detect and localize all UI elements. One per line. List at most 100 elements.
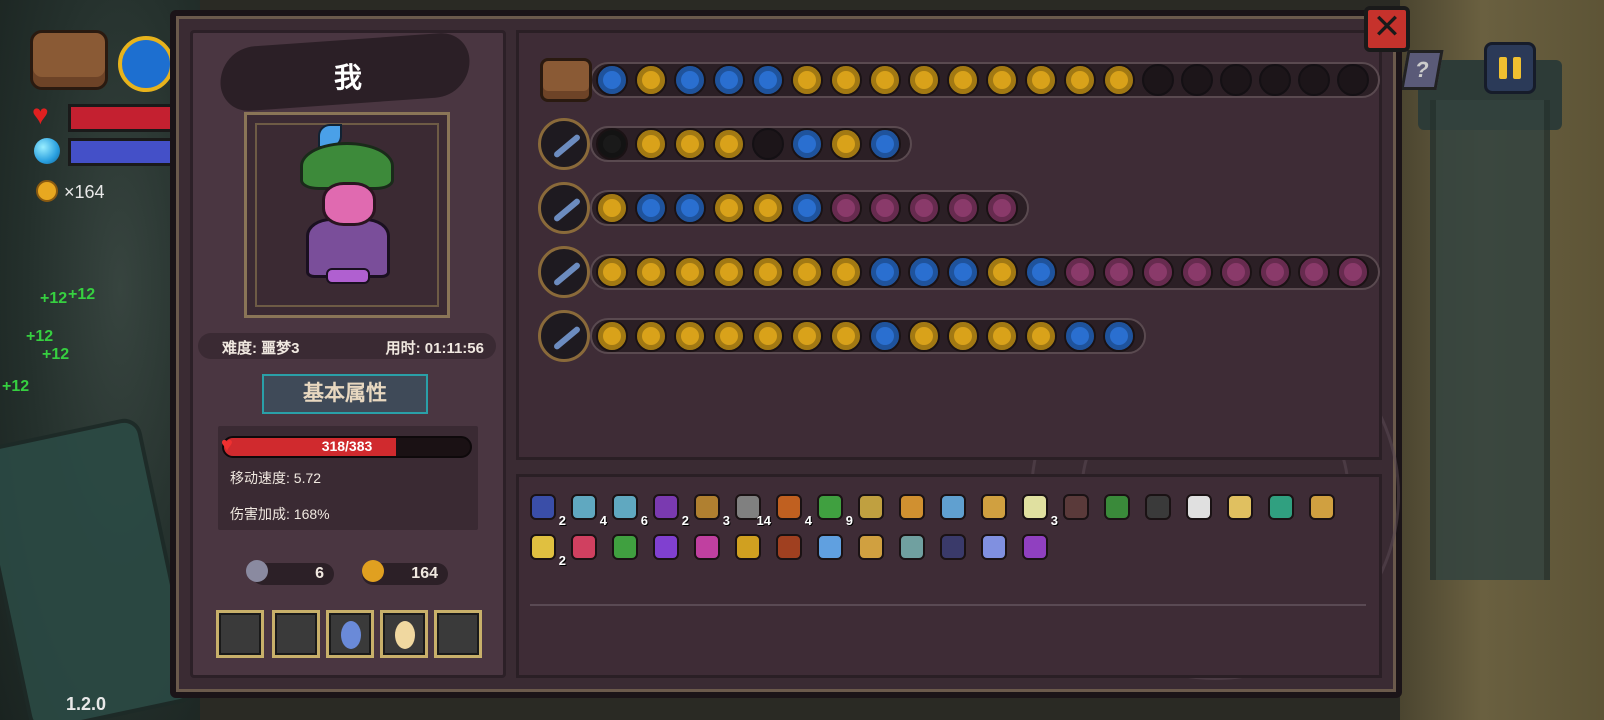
robe-icon[interactable] — [936, 530, 970, 564]
open-book-icon[interactable] — [1025, 320, 1057, 352]
rocket-icon[interactable] — [986, 64, 1018, 96]
feather-icon[interactable] — [869, 128, 901, 160]
key-icon[interactable] — [936, 490, 970, 524]
sun-icon[interactable] — [986, 256, 1018, 288]
eye-icon[interactable] — [635, 192, 667, 224]
consumable-slot-4[interactable] — [380, 610, 428, 658]
book-icon[interactable] — [869, 256, 901, 288]
petal-icon[interactable] — [1298, 256, 1330, 288]
close-button[interactable]: ✕ — [1364, 6, 1410, 52]
empty-gem-slot[interactable] — [1142, 64, 1174, 96]
rocket-icon[interactable] — [830, 128, 862, 160]
leaf-icon[interactable] — [977, 490, 1011, 524]
heart-organ-icon[interactable] — [674, 256, 706, 288]
cloak-icon[interactable] — [1059, 490, 1093, 524]
rune-icon[interactable] — [713, 320, 745, 352]
petal-icon[interactable] — [1259, 256, 1291, 288]
moon-swirl-icon[interactable] — [713, 192, 745, 224]
triskelion-icon[interactable] — [830, 256, 862, 288]
mushroom-icon[interactable] — [1100, 490, 1134, 524]
rune-icon[interactable] — [752, 320, 784, 352]
mirror-icon[interactable] — [977, 530, 1011, 564]
cherry-bomb-icon[interactable] — [986, 320, 1018, 352]
wrench-icon[interactable] — [1223, 490, 1257, 524]
petal-icon[interactable] — [1064, 256, 1096, 288]
arrow-plus-icon[interactable] — [854, 490, 888, 524]
empty-gem-slot[interactable] — [1181, 64, 1213, 96]
empty-gem-slot[interactable] — [1220, 64, 1252, 96]
petal-icon[interactable] — [1103, 256, 1135, 288]
arrow-icon[interactable]: 9 — [813, 490, 853, 528]
rune-icon[interactable] — [674, 320, 706, 352]
moon-swirl-icon[interactable] — [752, 192, 784, 224]
rune-icon[interactable] — [791, 320, 823, 352]
heart-organ-icon[interactable] — [635, 256, 667, 288]
backpack-icon[interactable] — [30, 30, 108, 90]
gauntlet-icon[interactable] — [731, 530, 765, 564]
ghost-icon[interactable] — [596, 320, 628, 352]
consumable-slot-2[interactable] — [272, 610, 320, 658]
slime-icon[interactable] — [596, 64, 628, 96]
staff-icon[interactable] — [538, 118, 590, 170]
petal-icon[interactable] — [1142, 256, 1174, 288]
crescent-icon[interactable] — [791, 192, 823, 224]
wizard-hat-icon[interactable]: 2 — [649, 490, 689, 528]
cherry-bomb-icon[interactable] — [830, 320, 862, 352]
pickaxe-icon[interactable]: 3 — [690, 490, 730, 528]
jar-icon[interactable] — [713, 256, 745, 288]
consumable-slot-3[interactable] — [326, 610, 374, 658]
squid-icon[interactable]: 2 — [526, 490, 566, 528]
bow-icon[interactable]: 14 — [731, 490, 771, 528]
target-icon[interactable] — [752, 256, 784, 288]
fire-icon[interactable] — [947, 320, 979, 352]
bow-icon[interactable]: 4 — [567, 490, 607, 528]
petal-icon[interactable] — [908, 192, 940, 224]
rocket-icon[interactable] — [1025, 64, 1057, 96]
magnifier-icon[interactable] — [813, 530, 847, 564]
double-arrow-icon[interactable] — [791, 64, 823, 96]
pause-button[interactable] — [1484, 42, 1536, 94]
star-burst-icon[interactable] — [713, 128, 745, 160]
book-icon[interactable] — [1064, 320, 1096, 352]
arrow-icon[interactable]: 4 — [772, 490, 812, 528]
sword-icon[interactable] — [608, 530, 642, 564]
rainbow-cape-icon[interactable] — [649, 530, 683, 564]
petal-icon[interactable] — [1181, 256, 1213, 288]
spear-icon[interactable] — [538, 246, 590, 298]
book-icon[interactable] — [908, 256, 940, 288]
tab-basic-attributes[interactable]: 基本属性 — [262, 374, 428, 414]
petal-icon[interactable] — [869, 192, 901, 224]
orbit-icon[interactable] — [791, 256, 823, 288]
empty-gem-slot[interactable] — [1337, 64, 1369, 96]
beetle-icon[interactable] — [1141, 490, 1175, 524]
ghost-icon[interactable] — [596, 192, 628, 224]
boot-icon[interactable] — [1018, 530, 1052, 564]
bomb-icon[interactable] — [635, 320, 667, 352]
mask-icon[interactable] — [690, 530, 724, 564]
lotus-icon[interactable] — [1264, 490, 1298, 524]
empty-gem-slot[interactable] — [1298, 64, 1330, 96]
empty-gem-slot[interactable] — [752, 128, 784, 160]
berry-icon[interactable] — [567, 530, 601, 564]
petal-icon[interactable] — [1337, 256, 1369, 288]
orbit-icon[interactable] — [908, 320, 940, 352]
ghost-icon[interactable] — [596, 256, 628, 288]
star-burst-icon[interactable] — [674, 128, 706, 160]
petal-icon[interactable] — [1220, 256, 1252, 288]
arrow-up-icon[interactable] — [635, 64, 667, 96]
avatar[interactable] — [118, 36, 174, 92]
gear-icon[interactable] — [947, 64, 979, 96]
petal-icon[interactable] — [986, 192, 1018, 224]
crystal-staff-icon[interactable] — [538, 310, 590, 362]
pause-coin-icon[interactable] — [908, 64, 940, 96]
consumable-slot-1[interactable] — [216, 610, 264, 658]
slime-icon[interactable] — [1103, 320, 1135, 352]
bread-icon[interactable] — [830, 64, 862, 96]
scroll-icon[interactable] — [895, 490, 929, 524]
bow-icon[interactable] — [596, 128, 628, 160]
glasses-icon[interactable] — [1182, 490, 1216, 524]
dna-icon[interactable] — [869, 320, 901, 352]
vortex-icon[interactable] — [752, 64, 784, 96]
wing-icon[interactable] — [1025, 256, 1057, 288]
tent-icon[interactable] — [1064, 64, 1096, 96]
